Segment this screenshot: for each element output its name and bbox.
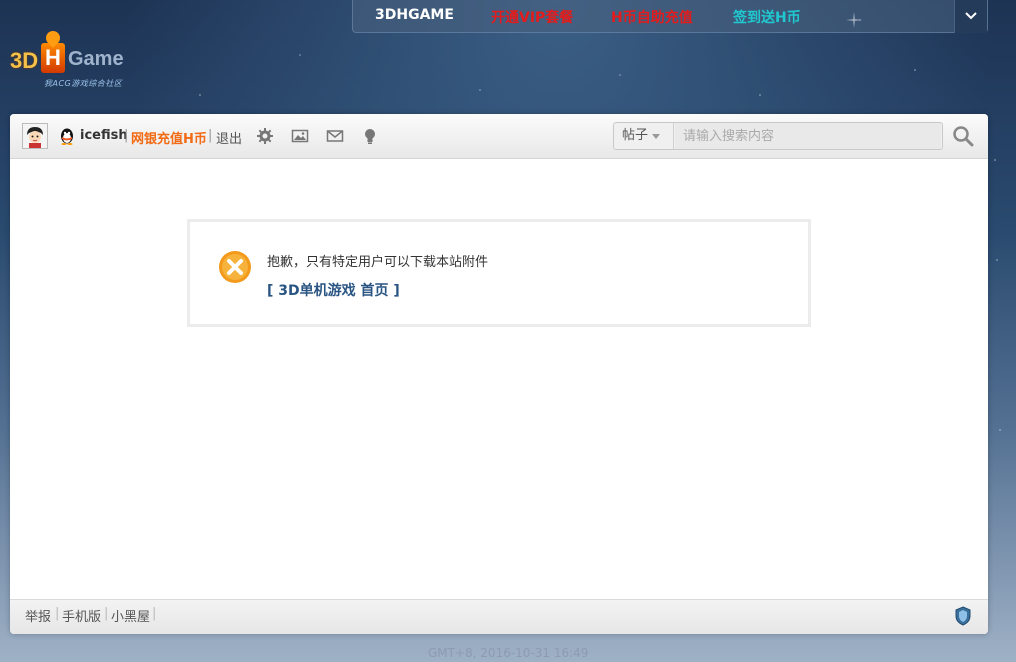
gear-icon[interactable] [256, 127, 274, 145]
content-area: 抱歉，只有特定用户可以下载本站附件 [ 3D单机游戏 首页 ] [10, 159, 988, 599]
mail-icon[interactable] [326, 127, 344, 145]
footer-separator: | [104, 606, 109, 621]
search-input[interactable] [675, 123, 941, 149]
main-panel: icefish | 网银充值H币 | 退出 帖子 请输入搜索内容 抱歉，只有特定… [10, 114, 988, 634]
footer-bar: 举报 | 手机版 | 小黑屋 | [10, 599, 988, 634]
toolbar-separator: | [124, 128, 129, 143]
logo-letter: H [41, 43, 65, 73]
home-link[interactable]: [ 3D单机游戏 首页 ] [267, 280, 400, 300]
qq-penguin-icon [61, 128, 73, 145]
footer-link-blacklist[interactable]: 小黑屋 [111, 606, 150, 625]
shield-icon[interactable] [955, 606, 971, 626]
nav-expand-button[interactable] [954, 0, 987, 33]
search-type-select[interactable]: 帖子 [614, 123, 674, 149]
nav-vip-link[interactable]: 开通VIP套餐 [491, 7, 573, 27]
avatar-face-icon [23, 124, 47, 148]
footer-separator: | [55, 606, 60, 621]
bulb-icon[interactable] [361, 127, 379, 145]
logo-word: Game [68, 48, 124, 70]
site-logo[interactable]: 3D H Game 我ACG游戏综合社区 [8, 28, 158, 98]
nav-recharge-link[interactable]: H币自助充值 [611, 7, 693, 27]
nav-checkin-link[interactable]: 签到送H币 [733, 7, 801, 27]
alert-message-text: 抱歉，只有特定用户可以下载本站附件 [267, 255, 489, 270]
server-time: GMT+8, 2016-10-31 16:49 [428, 646, 589, 660]
recharge-link[interactable]: 网银充值H币 [131, 128, 207, 147]
logo-tagline: 我ACG游戏综合社区 [44, 79, 123, 88]
user-toolbar: icefish | 网银充值H币 | 退出 帖子 请输入搜索内容 [10, 114, 988, 159]
chevron-down-icon [965, 12, 977, 20]
caret-down-icon [652, 134, 660, 139]
footer-link-report[interactable]: 举报 [25, 606, 51, 625]
top-navigation-bar: 3DHGAME 开通VIP套餐 H币自助充值 签到送H币 [352, 0, 988, 33]
search-box: 帖子 [613, 122, 943, 150]
search-icon[interactable] [952, 125, 974, 147]
avatar[interactable] [22, 123, 48, 149]
search-type-label: 帖子 [622, 128, 649, 143]
error-icon [219, 251, 251, 283]
nav-brand-link[interactable]: 3DHGAME [375, 7, 454, 23]
username-link[interactable]: icefish [80, 128, 128, 143]
logout-link[interactable]: 退出 [216, 128, 242, 147]
footer-separator: | [152, 606, 157, 621]
image-icon[interactable] [291, 127, 309, 145]
alert-message-box: 抱歉，只有特定用户可以下载本站附件 [ 3D单机游戏 首页 ] [187, 219, 811, 327]
toolbar-separator: | [208, 128, 213, 143]
footer-link-mobile[interactable]: 手机版 [62, 606, 101, 625]
logo-digit: 3D [10, 48, 39, 73]
